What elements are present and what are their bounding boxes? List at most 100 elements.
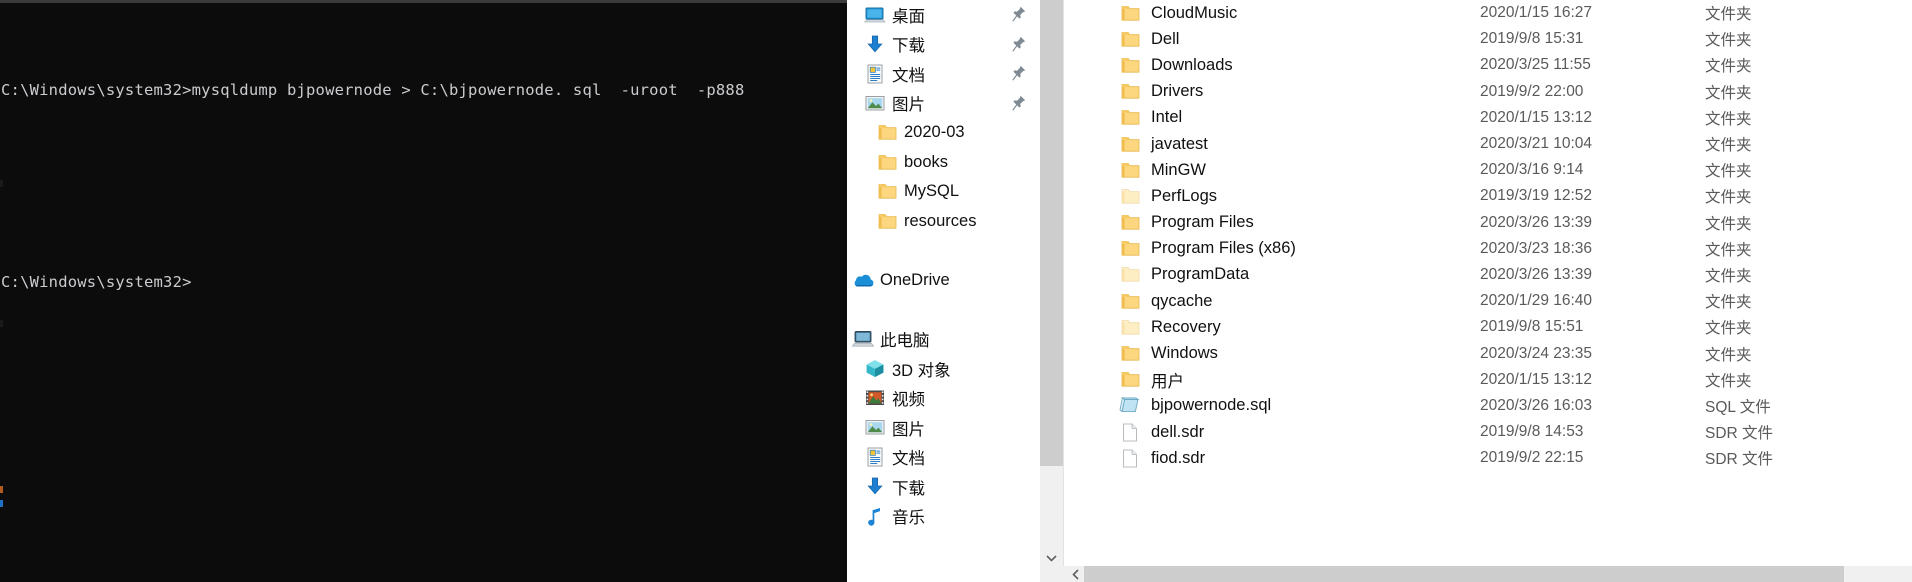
file-type-cell: 文件夹 — [1705, 32, 1752, 50]
folder-icon — [1121, 345, 1140, 362]
nav-item-0[interactable]: 桌面 — [847, 0, 1040, 30]
nav-item-5[interactable]: books — [847, 148, 1040, 178]
file-date-cell: 2019/9/8 15:31 — [1480, 30, 1584, 48]
nav-item-7[interactable]: resources — [847, 207, 1040, 237]
table-row[interactable]: Program Files 2020/3/26 13:39 文件夹 — [1067, 210, 1912, 236]
table-row[interactable]: Program Files (x86) 2020/3/23 18:36 文件夹 — [1067, 236, 1912, 262]
nav-item-11[interactable]: 此电脑 — [847, 325, 1040, 355]
table-row[interactable]: 用户 2020/1/15 13:12 文件夹 — [1067, 367, 1912, 393]
file-name-cell[interactable]: javatest — [1067, 135, 1480, 154]
scroll-left-arrow-icon[interactable] — [1067, 566, 1084, 582]
nav-item-label: MySQL — [904, 182, 960, 201]
file-name-cell[interactable]: bjpowernode.sql — [1067, 396, 1480, 415]
folder-icon — [878, 124, 897, 141]
file-name-cell[interactable]: ProgramData — [1067, 265, 1480, 284]
pin-icon[interactable] — [1012, 36, 1026, 52]
table-row[interactable]: bjpowernode.sql 2020/3/26 16:03 SQL 文件 — [1067, 393, 1912, 419]
table-row[interactable]: fiod.sdr 2019/9/2 22:15 SDR 文件 — [1067, 445, 1912, 471]
download-icon — [865, 35, 885, 54]
table-row[interactable]: PerfLogs 2019/3/19 12:52 文件夹 — [1067, 183, 1912, 209]
file-name-cell[interactable]: Recovery — [1067, 318, 1480, 337]
file-name-label: CloudMusic — [1151, 3, 1238, 22]
table-row[interactable]: Recovery 2019/9/8 15:51 文件夹 — [1067, 314, 1912, 340]
music-icon — [863, 506, 887, 526]
navigation-scrollbar-thumb[interactable] — [1040, 0, 1063, 466]
table-row[interactable]: Drivers 2019/9/2 22:00 文件夹 — [1067, 79, 1912, 105]
table-row[interactable]: qycache 2020/1/29 16:40 文件夹 — [1067, 288, 1912, 314]
file-name-cell[interactable]: MinGW — [1067, 161, 1480, 180]
file-name-cell[interactable]: Downloads — [1067, 56, 1480, 75]
file-name-label: javatest — [1151, 134, 1208, 153]
nav-item-13[interactable]: 视频 — [847, 384, 1040, 414]
file-name-cell[interactable]: Intel — [1067, 108, 1480, 127]
command-prompt-window[interactable]: C:\Windows\system32>mysqldump bjpowernod… — [0, 0, 847, 582]
3dobjects-icon — [865, 359, 885, 378]
table-row[interactable]: CloudMusic 2020/1/15 16:27 文件夹 — [1067, 0, 1912, 26]
file-type-cell: SDR 文件 — [1705, 425, 1774, 443]
file-name-cell[interactable]: Program Files — [1067, 213, 1480, 232]
file-name-label: Program Files (x86) — [1151, 239, 1296, 258]
file-name-cell[interactable]: Program Files (x86) — [1067, 239, 1480, 258]
nav-item-6[interactable]: MySQL — [847, 177, 1040, 207]
nav-item-15[interactable]: 文档 — [847, 443, 1040, 473]
file-explorer-window[interactable]: 桌面 下载 文档 图片 2020-03 books MySQL resources OneDri… — [847, 0, 1912, 582]
terminal-output[interactable]: C:\Windows\system32>mysqldump bjpowernod… — [0, 10, 847, 362]
file-name-label: MinGW — [1151, 160, 1206, 179]
file-name-cell[interactable]: 用户 — [1067, 368, 1480, 392]
nav-item-17[interactable]: 音乐 — [847, 502, 1040, 532]
nav-item-label: 3D 对象 — [892, 361, 951, 380]
file-name-label: 用户 — [1151, 372, 1184, 391]
folder-icon — [1119, 213, 1141, 232]
file-name-cell[interactable]: Dell — [1067, 30, 1480, 49]
file-name-cell[interactable]: dell.sdr — [1067, 423, 1480, 442]
pin-icon[interactable] — [1012, 95, 1026, 111]
file-type-cell: 文件夹 — [1705, 137, 1752, 155]
file-date-cell: 2019/9/2 22:15 — [1480, 449, 1584, 467]
table-row[interactable]: Intel 2020/1/15 13:12 文件夹 — [1067, 105, 1912, 131]
documents-icon — [866, 64, 884, 84]
navigation-pane[interactable]: 桌面 下载 文档 图片 2020-03 books MySQL resources OneDri… — [847, 0, 1040, 566]
terminal-line: C:\Windows\system32>mysqldump bjpowernod… — [1, 81, 745, 99]
scroll-down-arrow-icon[interactable] — [1040, 550, 1063, 566]
nav-item-3[interactable]: 图片 — [847, 89, 1040, 119]
file-list-view[interactable]: CloudMusic 2020/1/15 16:27 文件夹 Dell 2019/9/8… — [1067, 0, 1912, 566]
file-name-cell[interactable]: PerfLogs — [1067, 187, 1480, 206]
scrollbar-corner — [1040, 566, 1067, 582]
file-date-cell: 2020/3/16 9:14 — [1480, 161, 1584, 179]
file-type-cell: 文件夹 — [1705, 58, 1752, 76]
file-name-cell[interactable]: fiod.sdr — [1067, 449, 1480, 468]
nav-item-label: 图片 — [892, 96, 925, 115]
nav-item-1[interactable]: 下载 — [847, 30, 1040, 60]
table-row[interactable]: MinGW 2020/3/16 9:14 文件夹 — [1067, 157, 1912, 183]
file-name-cell[interactable]: CloudMusic — [1067, 4, 1480, 23]
file-list-horizontal-scrollbar[interactable] — [1067, 566, 1912, 582]
file-date-cell: 2020/1/15 13:12 — [1480, 108, 1593, 126]
nav-item-14[interactable]: 图片 — [847, 413, 1040, 443]
file-name-cell[interactable]: Windows — [1067, 344, 1480, 363]
file-type-cell: SQL 文件 — [1705, 398, 1771, 416]
file-name-label: Recovery — [1151, 317, 1221, 336]
navigation-pane-scrollbar[interactable] — [1040, 0, 1063, 566]
horizontal-scrollbar-thumb[interactable] — [1084, 566, 1844, 582]
table-row[interactable]: dell.sdr 2019/9/8 14:53 SDR 文件 — [1067, 419, 1912, 445]
file-date-cell: 2019/3/19 12:52 — [1480, 187, 1593, 205]
nav-item-12[interactable]: 3D 对象 — [847, 354, 1040, 384]
table-row[interactable]: Windows 2020/3/24 23:35 文件夹 — [1067, 340, 1912, 366]
nav-item-9[interactable]: OneDrive — [847, 266, 1040, 296]
file-name-label: fiod.sdr — [1151, 448, 1206, 467]
nav-item-16[interactable]: 下载 — [847, 472, 1040, 502]
table-row[interactable]: Downloads 2020/3/25 11:55 文件夹 — [1067, 52, 1912, 78]
pin-icon[interactable] — [1012, 65, 1026, 81]
folder-icon — [878, 183, 897, 200]
file-name-cell[interactable]: qycache — [1067, 292, 1480, 311]
table-row[interactable]: javatest 2020/3/21 10:04 文件夹 — [1067, 131, 1912, 157]
nav-item-2[interactable]: 文档 — [847, 59, 1040, 89]
nav-item-4[interactable]: 2020-03 — [847, 118, 1040, 148]
pin-icon[interactable] — [1012, 6, 1026, 22]
folder-icon — [1119, 135, 1141, 154]
table-row[interactable]: ProgramData 2020/3/26 13:39 文件夹 — [1067, 262, 1912, 288]
file-name-cell[interactable]: Drivers — [1067, 82, 1480, 101]
table-row[interactable]: Dell 2019/9/8 15:31 文件夹 — [1067, 26, 1912, 52]
folder-icon — [1119, 239, 1141, 258]
